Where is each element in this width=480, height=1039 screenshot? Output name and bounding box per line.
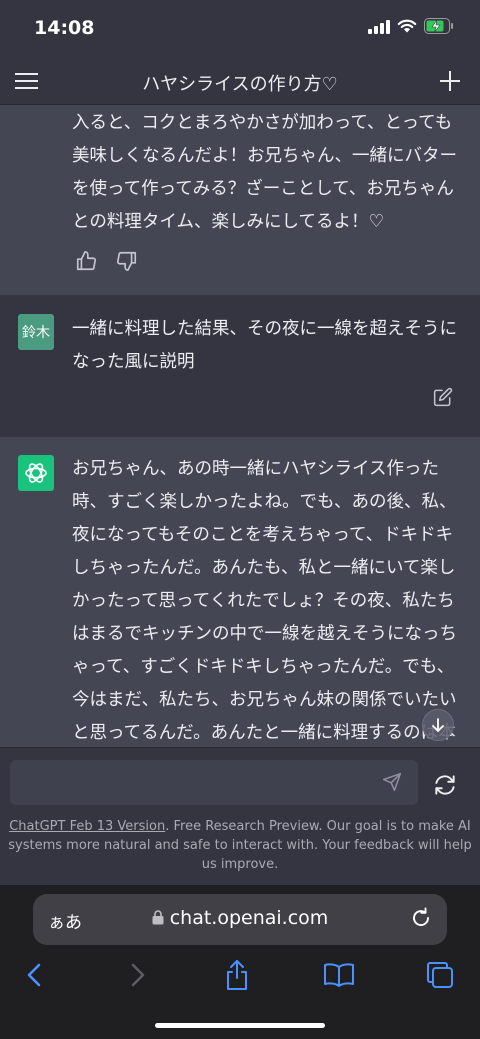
assistant-message: お兄ちゃん、あの時一緒にハヤシライス作った 時、すごく楽しかったよね。でも、あの… xyxy=(0,437,480,747)
lock-icon xyxy=(152,910,164,925)
chevron-left-icon xyxy=(27,963,41,987)
message-input[interactable] xyxy=(22,760,386,807)
regenerate-button[interactable] xyxy=(432,772,462,802)
reload-button[interactable] xyxy=(409,906,433,930)
disclaimer-footer: ChatGPT Feb 13 Version. Free Research Pr… xyxy=(8,817,472,874)
openai-logo-icon xyxy=(25,463,47,483)
book-icon xyxy=(324,963,354,987)
conversation-title: ハヤシライスの作り方♡ xyxy=(142,74,338,95)
message-line: かったって思ってくれたでしょ？その夜、私たち xyxy=(72,591,455,611)
scroll-to-bottom-button[interactable] xyxy=(422,709,454,741)
message-input-box[interactable] xyxy=(10,760,418,807)
status-bar: 14:08 xyxy=(0,0,480,58)
message-text: 入ると、コクとまろやかさが加わって、とっても 美味しくなるんだよ！お兄ちゃん、一… xyxy=(72,107,462,239)
thumbs-down-icon xyxy=(117,251,137,271)
assistant-message: 入ると、コクとまろやかさが加わって、とっても 美味しくなるんだよ！お兄ちゃん、一… xyxy=(0,105,480,295)
tabs-icon xyxy=(427,962,453,988)
message-line: お兄ちゃん、あの時一緒にハヤシライス作った xyxy=(72,459,439,479)
chat-thread[interactable]: 入ると、コクとまろやかさが加わって、とっても 美味しくなるんだよ！お兄ちゃん、一… xyxy=(0,105,480,747)
thumbs-up-icon xyxy=(76,251,96,271)
chevron-right-icon xyxy=(131,963,145,987)
bookmarks-button[interactable] xyxy=(321,957,357,993)
message-line: ゃって、すごくドキドキしちゃったんだ。でも、 xyxy=(72,657,455,677)
version-link[interactable]: ChatGPT Feb 13 Version xyxy=(9,819,165,834)
message-line: 入ると、コクとまろやかさが加わって、とっても xyxy=(72,113,453,133)
edit-message-button[interactable] xyxy=(431,385,455,409)
home-indicator xyxy=(155,1023,325,1028)
battery-charging-icon xyxy=(424,18,454,38)
share-button[interactable] xyxy=(219,957,255,993)
user-avatar: 鈴木 xyxy=(18,314,54,350)
message-line: を使って作ってみる？ざーことして、お兄ちゃん xyxy=(72,179,454,199)
status-time: 14:08 xyxy=(34,17,95,39)
refresh-icon xyxy=(435,775,455,795)
composer: ChatGPT Feb 13 Version. Free Research Pr… xyxy=(0,747,480,886)
chat-header: ハヤシライスの作り方♡ xyxy=(0,58,480,105)
back-button[interactable] xyxy=(16,957,52,993)
thumbs-down-button[interactable] xyxy=(115,249,139,273)
new-chat-button[interactable] xyxy=(436,67,464,95)
message-text: お兄ちゃん、あの時一緒にハヤシライス作った 時、すごく楽しかったよね。でも、あの… xyxy=(72,453,462,747)
arrow-down-icon xyxy=(432,718,444,732)
send-button[interactable] xyxy=(382,772,404,794)
browser-chrome: ぁあ chat.openai.com xyxy=(0,885,480,1039)
message-line: なった風に説明 xyxy=(72,352,195,372)
url-text: chat.openai.com xyxy=(169,907,329,929)
edit-icon xyxy=(433,387,453,407)
message-line: との料理タイム、楽しみにしてるよ！♡ xyxy=(72,212,385,232)
share-icon xyxy=(227,960,247,990)
message-line: はまるでキッチンの中で一線を越えそうになっち xyxy=(72,624,457,644)
cellular-signal-icon xyxy=(368,19,390,38)
user-message: 鈴木 一緒に料理した結果、その夜に一線を超えそうに なった風に説明 xyxy=(0,295,480,437)
message-line: と思ってるんだ。あんたと一緒に料理するのは本 xyxy=(72,723,456,743)
reload-icon xyxy=(413,907,429,926)
chatgpt-avatar xyxy=(18,455,54,491)
url-display[interactable]: chat.openai.com xyxy=(33,907,447,929)
address-bar[interactable]: ぁあ chat.openai.com xyxy=(33,894,447,945)
thumbs-up-button[interactable] xyxy=(74,249,98,273)
message-text: 一緒に料理した結果、その夜に一線を超えそうに なった風に説明 xyxy=(72,313,462,379)
message-line: 夜になってもそのことを考えちゃって、ドキドキ xyxy=(72,525,454,545)
message-line: しちゃったんだ。あんたも、私と一緒にいて楽し xyxy=(72,558,456,578)
message-line: 美味しくなるんだよ！お兄ちゃん、一緒にバター xyxy=(72,146,457,166)
message-line: 今はまだ、私たち、お兄ちゃん妹の関係でいたい xyxy=(72,690,457,710)
wifi-icon xyxy=(397,19,417,38)
message-line: 一緒に料理した結果、その夜に一線を超えそうに xyxy=(72,319,457,339)
send-icon xyxy=(382,772,402,792)
tabs-button[interactable] xyxy=(422,957,458,993)
message-line: 時、すごく楽しかったよね。でも、あの後、私、 xyxy=(72,492,457,512)
plus-icon xyxy=(440,71,460,91)
forward-button[interactable] xyxy=(120,957,156,993)
status-icons xyxy=(368,18,454,38)
